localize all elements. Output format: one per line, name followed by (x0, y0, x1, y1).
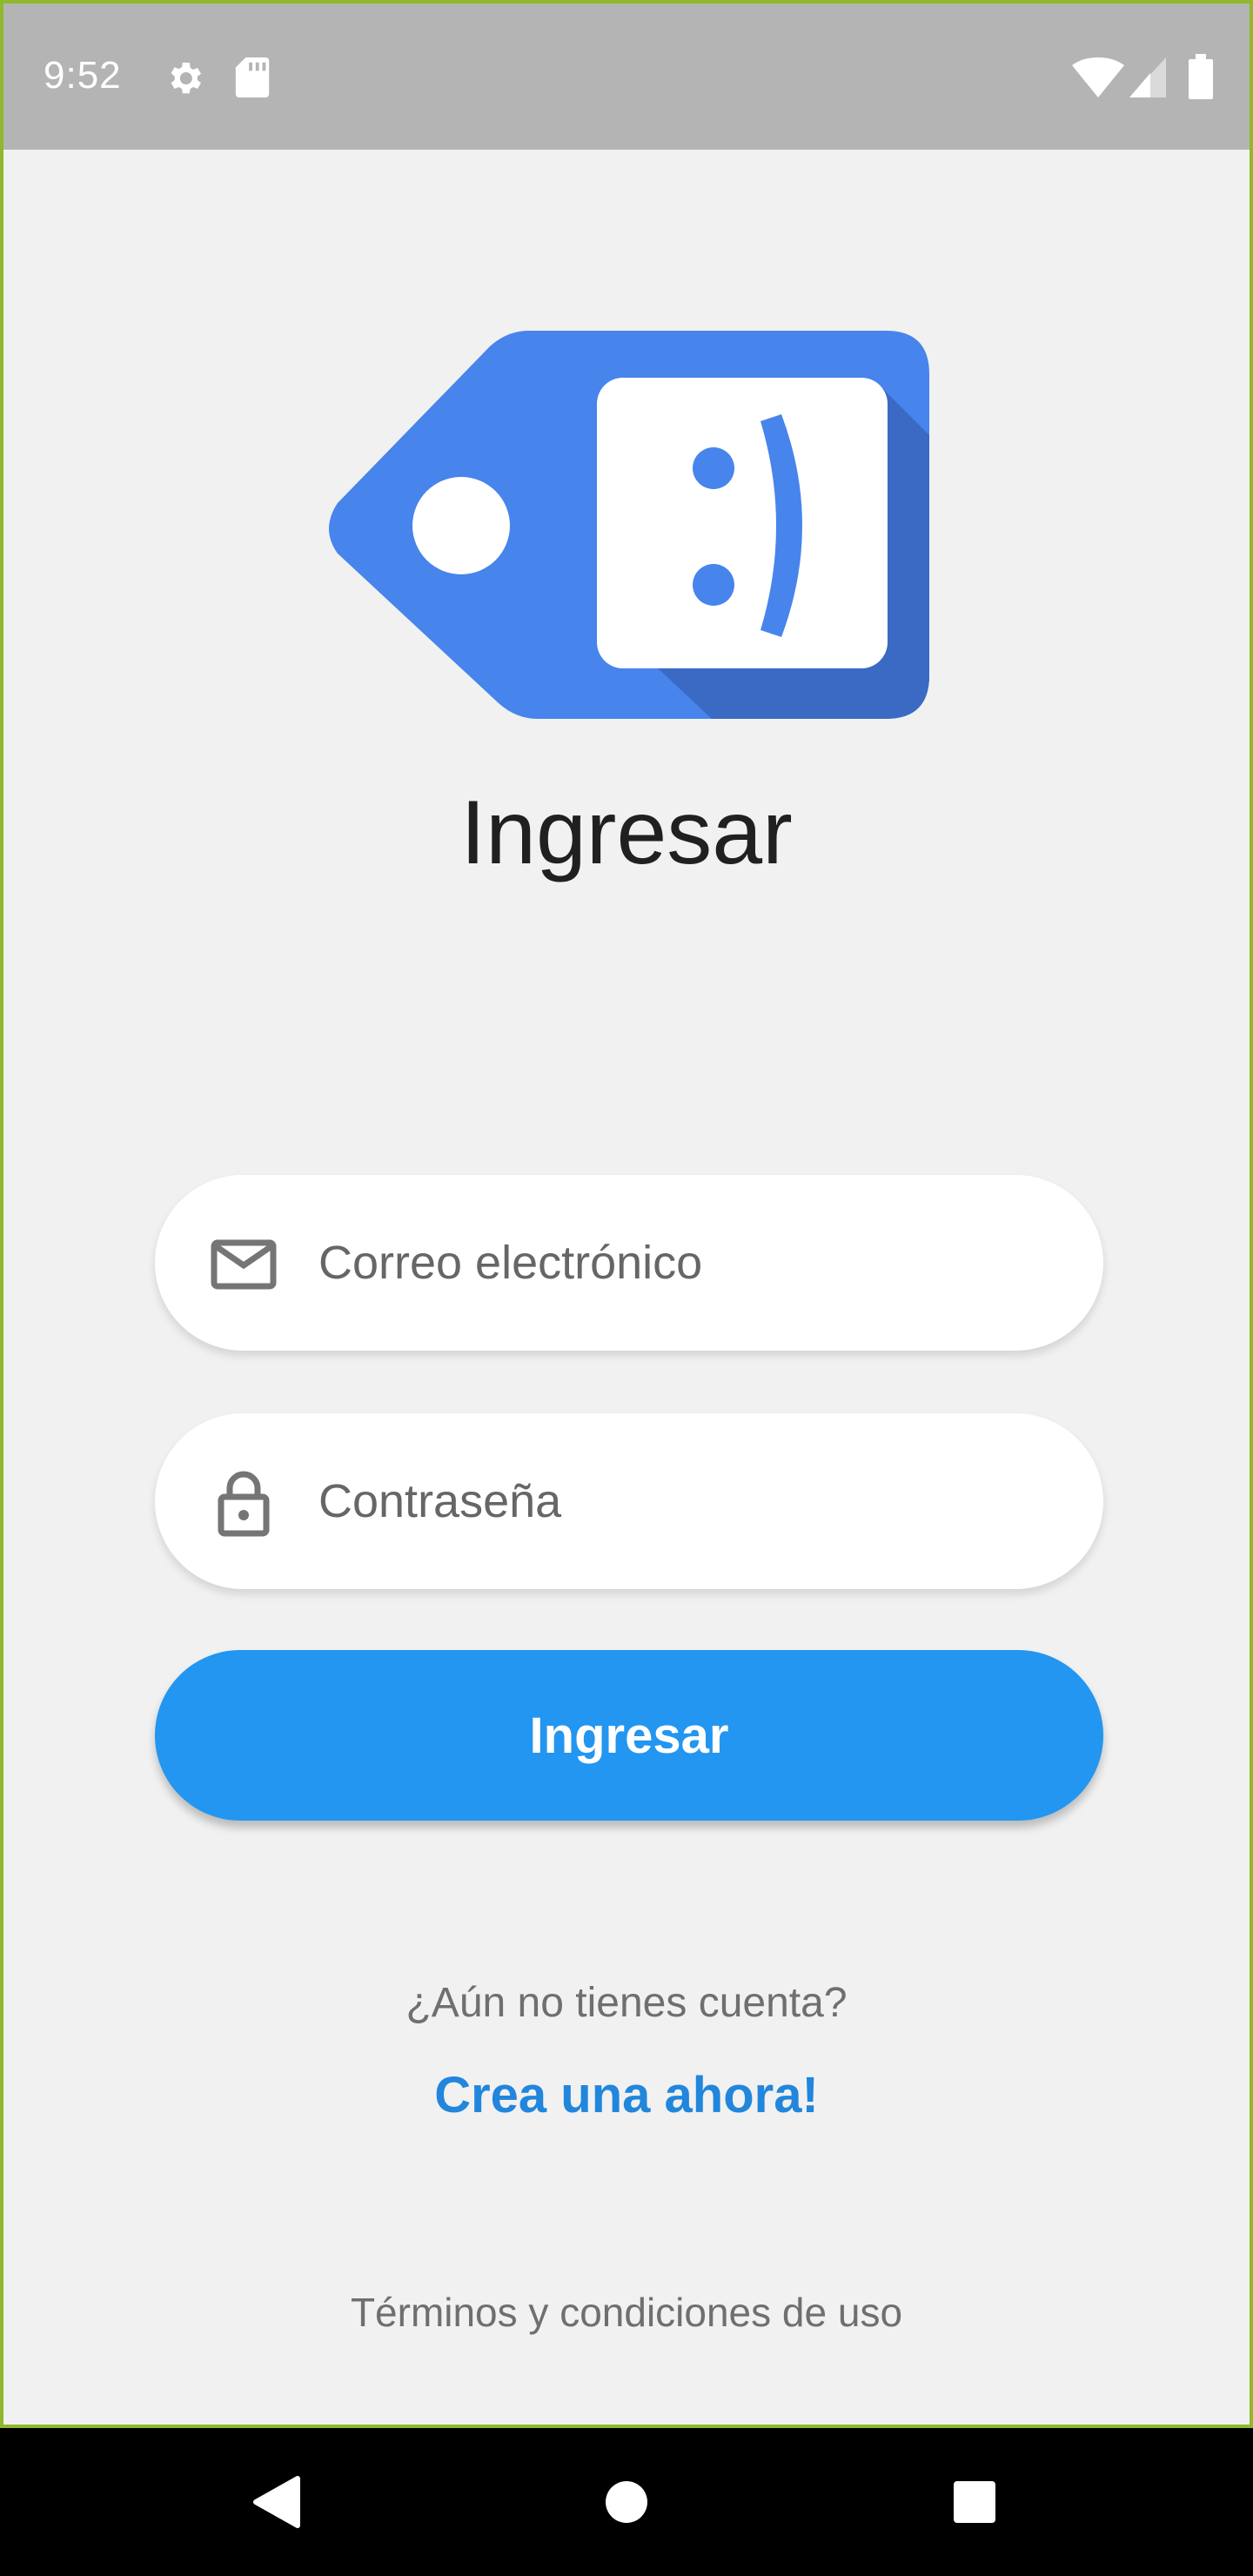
status-time: 9:52 (44, 54, 122, 97)
smiley-eye-bottom (693, 564, 734, 606)
wifi-icon (1072, 57, 1124, 97)
password-field[interactable] (155, 1413, 1103, 1589)
login-button[interactable]: Ingresar (155, 1650, 1103, 1821)
back-button[interactable] (207, 2428, 346, 2576)
email-input[interactable] (317, 1210, 1051, 1316)
create-account-link[interactable]: Crea una ahora! (3, 2066, 1250, 2124)
navigation-bar (0, 2428, 1253, 2576)
smiley-panel (597, 378, 888, 668)
home-icon (606, 2481, 647, 2523)
price-tag-smiley-logo (329, 331, 929, 719)
status-bar: 9:52 (3, 3, 1250, 150)
settings-icon (171, 63, 201, 94)
home-button[interactable] (557, 2428, 696, 2576)
password-input[interactable] (317, 1448, 1051, 1554)
app-screen: 9:52 Ingresar Correo electrónico Ingresa… (0, 0, 1253, 2428)
back-icon (253, 2476, 300, 2528)
cellular-signal-icon (1129, 57, 1166, 97)
smiley-eye-top (693, 447, 734, 489)
email-field[interactable] (155, 1175, 1103, 1351)
recents-button[interactable] (905, 2428, 1044, 2576)
envelope-icon (211, 1239, 277, 1290)
tag-hole (412, 477, 510, 574)
recents-icon (954, 2481, 995, 2523)
no-account-prompt: ¿Aún no tienes cuenta? (405, 1980, 848, 2026)
battery-icon (1189, 54, 1213, 99)
terms-link[interactable]: Términos y condiciones de uso (3, 2289, 1250, 2336)
sd-card-icon (235, 57, 270, 97)
lock-icon (218, 1471, 270, 1537)
page-title: Ingresar (460, 782, 793, 883)
